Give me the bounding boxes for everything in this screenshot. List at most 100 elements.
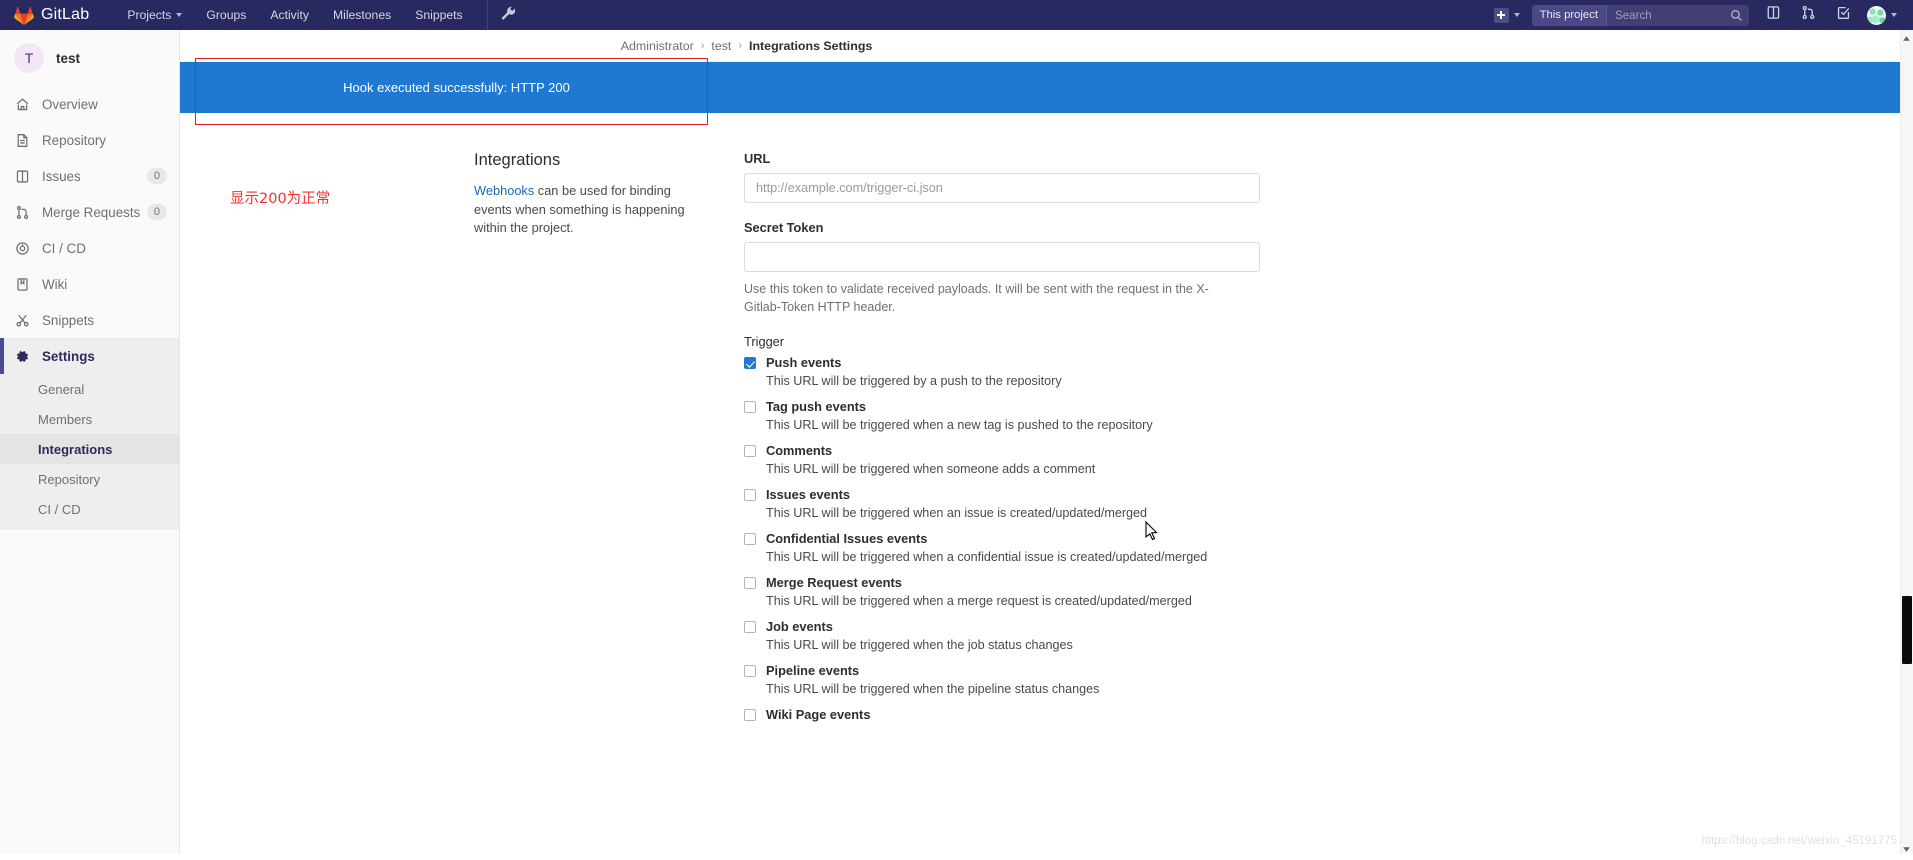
checkbox-job-events[interactable]: [744, 621, 756, 633]
merge-requests-icon: [1801, 5, 1816, 25]
issues-button[interactable]: [1756, 0, 1791, 30]
settings-subnav: General Members Integrations Repository …: [0, 374, 179, 530]
gitlab-logo[interactable]: GitLab: [14, 6, 89, 25]
sidebar-subitem-ci-cd[interactable]: CI / CD: [0, 494, 179, 524]
secret-token-input[interactable]: [744, 242, 1260, 272]
trigger-label-issues-events[interactable]: Issues events: [766, 487, 850, 502]
breadcrumb-item-administrator[interactable]: Administrator: [621, 39, 694, 53]
nav-link-activity[interactable]: Activity: [258, 0, 321, 30]
gear-icon: [14, 349, 31, 364]
sidebar-item-issues[interactable]: Issues 0: [0, 158, 179, 194]
nav-link-milestones[interactable]: Milestones: [321, 0, 403, 30]
project-avatar: T: [14, 43, 44, 73]
nav-link-snippets[interactable]: Snippets: [403, 0, 474, 30]
scissors-icon: [14, 313, 31, 328]
webhook-form: URL Secret Token Use this token to valid…: [744, 151, 1262, 722]
breadcrumb-separator: ›: [701, 40, 705, 52]
checkbox-comments[interactable]: [744, 445, 756, 457]
wrench-icon: [501, 6, 515, 25]
sidebar-subitem-repository[interactable]: Repository: [0, 464, 179, 494]
flash-alert-message: Hook executed successfully: HTTP 200: [343, 80, 570, 95]
search-input[interactable]: [1607, 5, 1749, 26]
flash-alert-success: Hook executed successfully: HTTP 200: [180, 62, 1913, 113]
trigger-wiki-page-events[interactable]: Wiki Page events: [744, 707, 1262, 722]
webhooks-link[interactable]: Webhooks: [474, 183, 534, 198]
admin-area-button[interactable]: [488, 0, 528, 30]
todos-button[interactable]: [1826, 0, 1861, 30]
main-content: Administrator › test › Integrations Sett…: [180, 30, 1913, 854]
sidebar-item-wiki[interactable]: Wiki: [0, 266, 179, 302]
checkbox-merge-request-events[interactable]: [744, 577, 756, 589]
sidebar-label: Merge Requests: [42, 205, 147, 220]
breadcrumb-item-test[interactable]: test: [711, 39, 731, 53]
trigger-job-events[interactable]: Job events: [744, 619, 1262, 634]
merge-requests-count-badge: 0: [147, 204, 167, 220]
watermark: https://blog.csdn.net/weixin_45191775: [1701, 835, 1897, 847]
trigger-label-tag-push-events[interactable]: Tag push events: [766, 399, 866, 414]
trigger-desc-confidential-issues-events: This URL will be triggered when a confid…: [766, 550, 1262, 564]
nav-link-groups[interactable]: Groups: [194, 0, 258, 30]
vertical-scrollbar-thumb[interactable]: [1902, 596, 1912, 664]
trigger-merge-request-events[interactable]: Merge Request events: [744, 575, 1262, 590]
trigger-tag-push-events[interactable]: Tag push events: [744, 399, 1262, 414]
merge-requests-icon: [14, 205, 31, 220]
sidebar-item-merge-requests[interactable]: Merge Requests 0: [0, 194, 179, 230]
scroll-up-button[interactable]: [1901, 31, 1912, 42]
document-icon: [14, 133, 31, 148]
trigger-label-comments[interactable]: Comments: [766, 443, 832, 458]
sidebar-item-ci-cd[interactable]: CI / CD: [0, 230, 179, 266]
checkbox-issues-events[interactable]: [744, 489, 756, 501]
breadcrumb-current: Integrations Settings: [749, 39, 872, 53]
sidebar-label: CI / CD: [42, 241, 167, 256]
user-menu-button[interactable]: [1861, 6, 1903, 25]
trigger-label-merge-request-events[interactable]: Merge Request events: [766, 575, 902, 590]
sidebar-label: Overview: [42, 97, 167, 112]
integrations-description-column: Integrations Webhooks can be used for bi…: [474, 151, 744, 722]
sidebar-subitem-members[interactable]: Members: [0, 404, 179, 434]
secret-token-help: Use this token to validate received payl…: [744, 280, 1244, 316]
sidebar-item-overview[interactable]: Overview: [0, 86, 179, 122]
secret-token-label: Secret Token: [744, 220, 1262, 235]
trigger-issues-events[interactable]: Issues events: [744, 487, 1262, 502]
sidebar-item-snippets[interactable]: Snippets: [0, 302, 179, 338]
book-icon: [14, 277, 31, 292]
trigger-desc-push-events: This URL will be triggered by a push to …: [766, 374, 1262, 388]
checkbox-push-events[interactable]: [744, 357, 756, 369]
scroll-down-button[interactable]: [1901, 842, 1912, 853]
project-name: test: [56, 51, 80, 66]
search-icon[interactable]: [1730, 9, 1743, 26]
chevron-down-icon: [176, 13, 182, 17]
navbar-right: This project: [1486, 0, 1913, 30]
sidebar-label: Wiki: [42, 277, 167, 292]
brand-label: GitLab: [41, 6, 89, 24]
trigger-label-push-events[interactable]: Push events: [766, 355, 841, 370]
sidebar-label: Settings: [42, 349, 167, 364]
url-input[interactable]: [744, 173, 1260, 203]
search-scope-button[interactable]: This project: [1532, 5, 1607, 26]
trigger-push-events[interactable]: Push events: [744, 355, 1262, 370]
checkbox-pipeline-events[interactable]: [744, 665, 756, 677]
integrations-description: Webhooks can be used for binding events …: [474, 182, 708, 238]
sidebar-item-repository[interactable]: Repository: [0, 122, 179, 158]
trigger-label-job-events[interactable]: Job events: [766, 619, 833, 634]
trigger-label-wiki-page-events[interactable]: Wiki Page events: [766, 707, 870, 722]
checkbox-tag-push-events[interactable]: [744, 401, 756, 413]
sidebar-subitem-integrations[interactable]: Integrations: [0, 434, 179, 464]
merge-requests-button[interactable]: [1791, 0, 1826, 30]
new-item-button[interactable]: [1486, 0, 1528, 30]
checkbox-wiki-page-events[interactable]: [744, 709, 756, 721]
vertical-scrollbar-track[interactable]: [1900, 30, 1913, 854]
trigger-confidential-issues-events[interactable]: Confidential Issues events: [744, 531, 1262, 546]
sidebar-item-settings[interactable]: Settings: [0, 338, 179, 374]
sidebar-label: Snippets: [42, 313, 167, 328]
search-field: [1607, 5, 1749, 26]
project-header[interactable]: T test: [0, 30, 179, 86]
nav-link-projects[interactable]: Projects: [115, 0, 194, 30]
trigger-desc-tag-push-events: This URL will be triggered when a new ta…: [766, 418, 1262, 432]
trigger-label-pipeline-events[interactable]: Pipeline events: [766, 663, 859, 678]
trigger-label-confidential-issues-events[interactable]: Confidential Issues events: [766, 531, 927, 546]
trigger-pipeline-events[interactable]: Pipeline events: [744, 663, 1262, 678]
sidebar-subitem-general[interactable]: General: [0, 374, 179, 404]
checkbox-confidential-issues-events[interactable]: [744, 533, 756, 545]
trigger-comments[interactable]: Comments: [744, 443, 1262, 458]
